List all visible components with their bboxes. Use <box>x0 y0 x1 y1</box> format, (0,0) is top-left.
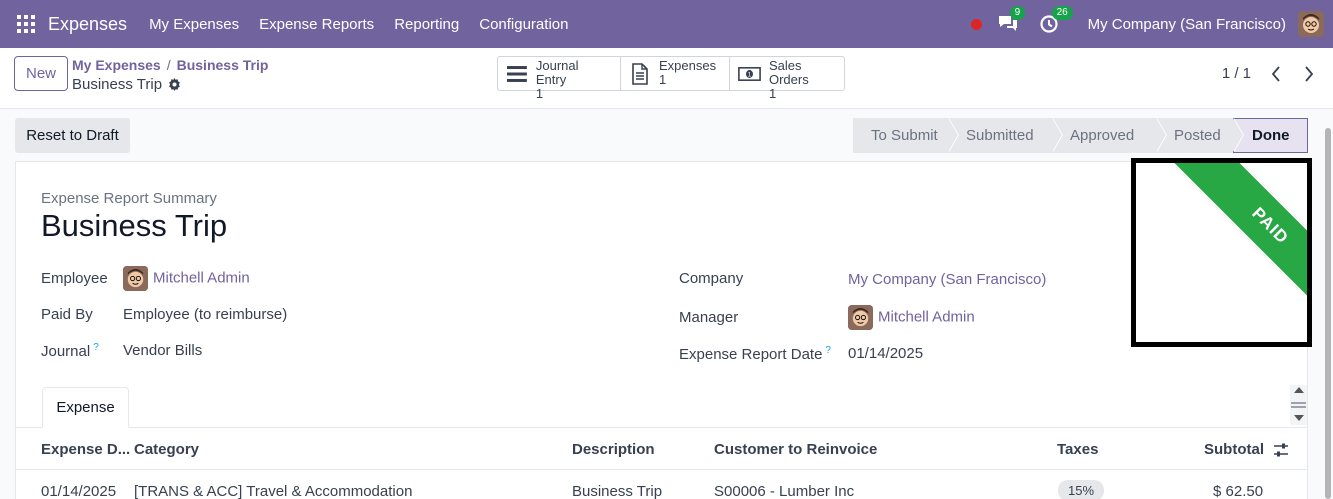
column-category[interactable]: Category <box>134 441 199 458</box>
money-icon: 1 <box>738 67 761 81</box>
pager-value[interactable]: 1 / 1 <box>1222 65 1251 82</box>
company-switcher[interactable]: My Company (San Francisco) <box>1088 16 1286 33</box>
list-icon <box>506 66 527 82</box>
stage-label: Submitted <box>966 127 1034 144</box>
control-panel: New My Expenses / Business Trip Business T… <box>0 48 1333 109</box>
top-navbar: Expenses My Expenses Expense Reports Rep… <box>0 0 1333 48</box>
report-date-label-wrap: Expense Report Date? <box>679 345 831 363</box>
menu-configuration[interactable]: Configuration <box>479 16 568 33</box>
record-title: Business Trip <box>72 76 181 93</box>
employee-avatar <box>123 266 148 291</box>
expenses-smart-button[interactable]: Expenses 1 <box>621 57 730 90</box>
column-expense-date[interactable]: Expense D... <box>41 441 130 458</box>
paid-ribbon: PAID <box>1168 163 1307 328</box>
table-header-divider <box>16 469 1307 470</box>
chevron-right-icon <box>1305 66 1314 82</box>
chevron-left-icon <box>1271 66 1280 82</box>
messages-button[interactable]: 9 <box>996 6 1026 36</box>
journal-label: Journal <box>41 343 91 360</box>
gear-icon[interactable] <box>168 78 181 91</box>
stage-submitted[interactable]: Submitted <box>948 118 1063 153</box>
report-date-label: Expense Report Date <box>679 346 823 363</box>
manager-value[interactable]: Mitchell Admin <box>878 308 975 325</box>
menu-expense-reports[interactable]: Expense Reports <box>259 16 374 33</box>
manager-avatar <box>848 305 873 330</box>
scroll-down-icon[interactable] <box>1294 415 1304 421</box>
app-menu-icon[interactable] <box>17 15 35 33</box>
manager-label: Manager <box>679 309 739 326</box>
cell-customer[interactable]: S00006 - Lumber Inc <box>714 483 854 499</box>
stage-to-submit[interactable]: To Submit <box>853 118 959 153</box>
paid-by-label: Paid By <box>41 306 93 323</box>
cell-category[interactable]: [TRANS & ACC] Travel & Accommodation <box>134 483 412 499</box>
pager-previous-button[interactable] <box>1260 61 1292 87</box>
column-taxes[interactable]: Taxes <box>1057 441 1098 458</box>
page-scrollbar[interactable] <box>1325 128 1331 499</box>
column-customer-to-reinvoice[interactable]: Customer to Reinvoice <box>714 441 877 458</box>
smart-buttons: Journal Entry 1 Expenses 1 1 Sales Orders 1 <box>497 56 845 101</box>
cell-date[interactable]: 01/14/2025 <box>41 483 116 499</box>
stage-approved[interactable]: Approved <box>1052 118 1167 153</box>
column-settings-icon[interactable] <box>1273 442 1289 458</box>
new-button[interactable]: New <box>14 56 68 91</box>
sales-orders-count: 1 <box>768 86 777 101</box>
employee-field[interactable]: Mitchell Admin <box>123 266 250 291</box>
activities-button[interactable]: 26 <box>1038 6 1073 36</box>
column-subtotal[interactable]: Subtotal <box>1204 441 1264 458</box>
svg-text:1: 1 <box>748 72 752 79</box>
document-icon <box>632 63 648 85</box>
breadcrumb-business-trip[interactable]: Business Trip <box>177 57 269 73</box>
cell-subtotal[interactable]: $ 62.50 <box>1213 483 1263 499</box>
paid-by-value[interactable]: Employee (to reimburse) <box>123 306 287 323</box>
company-label: Company <box>679 270 744 287</box>
column-description[interactable]: Description <box>572 441 655 458</box>
reset-to-draft-button[interactable]: Reset to Draft <box>15 118 130 153</box>
tab-divider <box>16 427 1307 428</box>
report-date-value[interactable]: 01/14/2025 <box>848 345 923 362</box>
summary-label: Expense Report Summary <box>41 190 217 207</box>
activities-count-badge: 26 <box>1051 6 1073 20</box>
cell-description[interactable]: Business Trip <box>572 483 662 499</box>
pager-next-button[interactable] <box>1293 61 1325 87</box>
journal-entry-count: 1 <box>535 86 544 101</box>
breadcrumb-my-expenses[interactable]: My Expenses <box>72 57 161 73</box>
employee-label: Employee <box>41 270 108 287</box>
stage-label: Posted <box>1174 127 1221 144</box>
status-dot-icon[interactable] <box>970 18 982 30</box>
form-sheet: Expense Report Summary Business Trip Emp… <box>15 161 1308 499</box>
status-bar: To Submit Submitted Approved Posted Done <box>853 118 1308 153</box>
tab-expense[interactable]: Expense <box>42 387 129 428</box>
scroll-up-icon[interactable] <box>1294 387 1304 393</box>
stage-label: To Submit <box>871 127 938 144</box>
tax-badge: 15% <box>1058 480 1105 499</box>
journal-value[interactable]: Vendor Bills <box>123 342 202 359</box>
expenses-label: Expenses <box>659 58 717 73</box>
messages-count-badge: 9 <box>1009 6 1026 20</box>
menu-my-expenses[interactable]: My Expenses <box>149 16 239 33</box>
journal-label-wrap: Journal? <box>41 342 99 360</box>
journal-entry-smart-button[interactable]: Journal Entry 1 <box>498 57 621 101</box>
help-icon[interactable]: ? <box>93 342 99 353</box>
stage-posted[interactable]: Posted <box>1156 118 1244 153</box>
scroll-grip-icon[interactable] <box>1291 402 1306 408</box>
app-name[interactable]: Expenses <box>48 14 127 35</box>
stage-done[interactable]: Done <box>1233 118 1308 153</box>
help-icon[interactable]: ? <box>825 345 831 356</box>
breadcrumb: My Expenses / Business Trip <box>72 57 269 73</box>
stage-label: Done <box>1252 127 1290 144</box>
employee-value[interactable]: Mitchell Admin <box>153 269 250 286</box>
menu-reporting[interactable]: Reporting <box>394 16 459 33</box>
stage-label: Approved <box>1070 127 1135 144</box>
expenses-count: 1 <box>659 72 667 87</box>
paid-ribbon-frame: PAID <box>1131 158 1312 347</box>
company-value[interactable]: My Company (San Francisco) <box>848 271 1046 288</box>
manager-field[interactable]: Mitchell Admin <box>848 305 975 330</box>
report-title[interactable]: Business Trip <box>41 208 227 244</box>
user-avatar[interactable] <box>1298 11 1324 37</box>
journal-entry-label: Journal Entry <box>535 58 579 87</box>
sales-orders-label: Sales Orders <box>768 58 809 87</box>
record-name: Business Trip <box>72 76 163 93</box>
sales-orders-smart-button[interactable]: 1 Sales Orders 1 <box>730 57 844 101</box>
